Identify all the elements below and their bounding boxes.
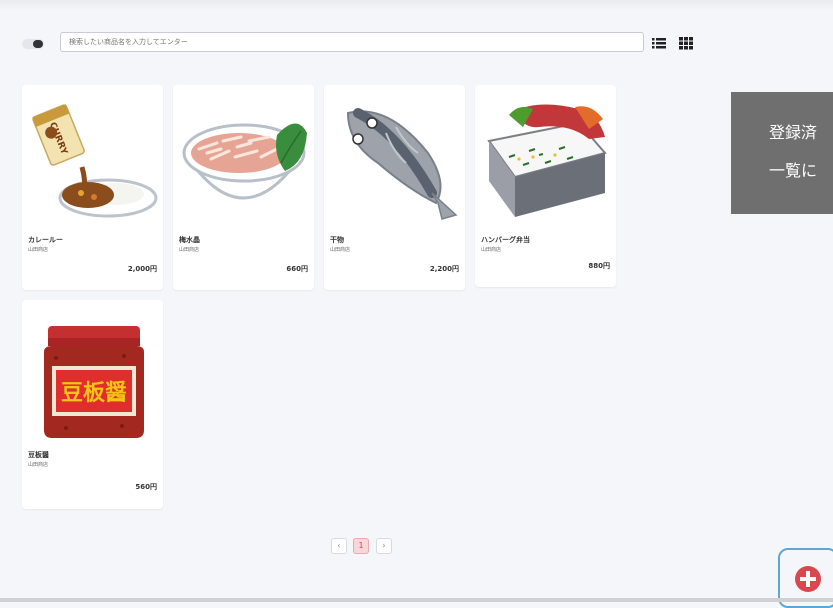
pagination-prev[interactable]: ‹: [331, 538, 347, 554]
doubanjiang-jar-illustration: 豆板醤: [44, 326, 144, 438]
product-name: 干物: [330, 236, 344, 244]
product-card[interactable]: 梅水晶 山田商店 660円: [173, 85, 314, 290]
bottom-edge: [0, 598, 833, 602]
pagination-page-1[interactable]: 1: [353, 538, 369, 554]
pagination-next[interactable]: ›: [376, 538, 392, 554]
product-price: 880円: [588, 262, 610, 270]
hamburg-bento-illustration: [487, 104, 607, 217]
toast-line-2: 一覧に: [769, 161, 818, 180]
product-name: ハンバーグ弁当: [481, 236, 530, 244]
jar-label-text: 豆板醤: [61, 381, 127, 406]
search-input[interactable]: [60, 32, 644, 52]
product-card[interactable]: ハンバーグ弁当 山田商店 880円: [475, 85, 616, 287]
product-price: 660円: [286, 265, 308, 273]
product-card[interactable]: 干物 山田商店 2,200円: [324, 85, 465, 290]
ume-suisho-bowl-illustration: [182, 123, 307, 200]
product-card[interactable]: CURRY カレールー 山田商店 2,000円: [22, 85, 163, 290]
toast-notification: 登録済 一覧に: [731, 92, 833, 214]
list-view-icon[interactable]: [651, 36, 667, 50]
product-price: 2,000円: [127, 265, 157, 273]
dried-fish-illustration: [346, 108, 458, 220]
shop-name: 山田商店: [481, 247, 502, 253]
grid-view-icon[interactable]: [678, 36, 694, 50]
toggle-knob: [33, 40, 43, 48]
curry-roux-illustration: CURRY: [32, 104, 158, 218]
product-price: 2,200円: [429, 265, 459, 273]
toast-line-1: 登録済: [769, 123, 818, 142]
product-name: 梅水晶: [179, 236, 200, 244]
top-edge: [0, 0, 833, 10]
shop-name: 山田商店: [179, 247, 200, 253]
toggle-switch[interactable]: [22, 39, 44, 49]
product-card[interactable]: 豆板醤 豆板醤 山田商店 560円: [22, 300, 163, 509]
shop-name: 山田商店: [330, 247, 351, 253]
shop-name: 山田商店: [28, 462, 49, 468]
product-name: カレールー: [28, 236, 63, 244]
shop-name: 山田商店: [28, 247, 49, 253]
product-price: 560円: [135, 483, 157, 491]
plus-circle-icon: [795, 566, 821, 592]
product-name: 豆板醤: [28, 451, 49, 459]
